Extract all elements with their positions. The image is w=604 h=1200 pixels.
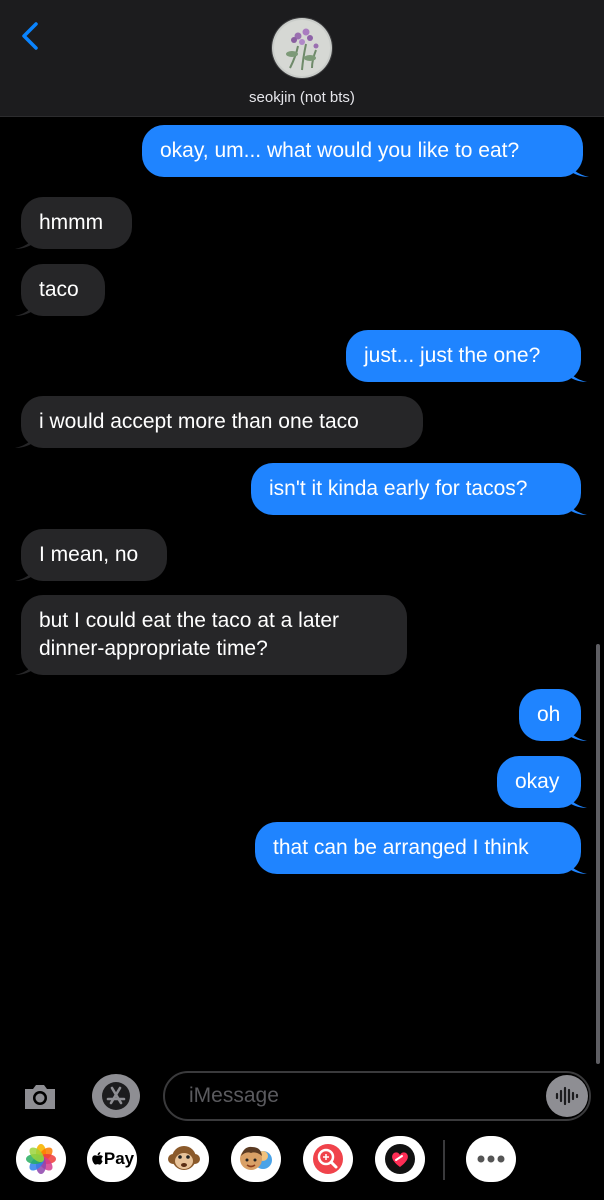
apple-pay-button[interactable]: Pay — [87, 1136, 137, 1182]
bubble-tail — [565, 364, 587, 382]
heart-touch-icon — [385, 1144, 415, 1174]
conversation-header: seokjin (not bts) — [0, 0, 604, 117]
camera-button[interactable] — [20, 1076, 60, 1116]
photos-app-button[interactable] — [16, 1136, 66, 1182]
chevron-left-icon — [22, 22, 38, 50]
camera-icon — [25, 1085, 55, 1109]
monkey-icon — [168, 1146, 200, 1170]
message-bubble-outgoing[interactable]: oh — [519, 689, 587, 741]
message-bubble-incoming[interactable]: but I could eat the taco at a later dinn… — [15, 595, 407, 675]
message-text: okay — [515, 770, 560, 793]
message-bubble-outgoing[interactable]: that can be arranged I think — [255, 822, 587, 874]
contact-avatar[interactable] — [271, 17, 333, 79]
bubble-tail — [565, 790, 587, 808]
message-bubble-outgoing[interactable]: just... just the one? — [346, 330, 587, 382]
memoji-stickers-button[interactable] — [231, 1136, 281, 1182]
message-text-line: but I could eat the taco at a later — [39, 609, 340, 632]
bubble-tail — [565, 856, 587, 874]
app-store-button[interactable] — [92, 1074, 140, 1118]
message-bubble-incoming[interactable]: i would accept more than one taco — [15, 396, 423, 448]
bubble-tail — [15, 657, 37, 675]
back-button[interactable] — [14, 16, 54, 56]
audio-message-button[interactable] — [546, 1075, 588, 1117]
message-text: taco — [39, 278, 79, 301]
message-bubble-incoming[interactable]: taco — [15, 264, 105, 316]
search-images-button[interactable] — [303, 1136, 353, 1182]
memoji-icon — [240, 1146, 272, 1170]
message-input-placeholder: iMessage — [189, 1084, 279, 1107]
message-text: okay, um... what would you like to eat? — [160, 139, 520, 162]
message-text: hmmm — [39, 211, 104, 234]
message-bubble-outgoing[interactable]: okay — [497, 756, 587, 808]
message-text: oh — [537, 703, 561, 726]
message-text: I mean, no — [39, 543, 139, 566]
photos-icon — [26, 1144, 56, 1174]
more-apps-button[interactable] — [466, 1136, 516, 1182]
bubble-tail — [15, 563, 37, 581]
message-text: that can be arranged I think — [273, 836, 529, 859]
waveform-icon — [555, 1086, 579, 1106]
app-store-icon — [102, 1082, 130, 1110]
message-bubble-outgoing[interactable]: okay, um... what would you like to eat? — [142, 125, 589, 177]
scrollbar[interactable] — [596, 644, 600, 1064]
message-input[interactable]: iMessage — [163, 1071, 591, 1121]
animoji-button[interactable] — [159, 1136, 209, 1182]
image-search-icon — [313, 1144, 343, 1174]
bubble-tail — [567, 159, 589, 177]
apple-pay-label: Pay — [103, 1149, 135, 1168]
app-drawer-divider — [443, 1140, 445, 1180]
bubble-tail — [15, 430, 37, 448]
bubble-tail — [565, 497, 587, 515]
message-bubble-outgoing[interactable]: isn't it kinda early for tacos? — [251, 463, 587, 515]
message-bubble-incoming[interactable]: hmmm — [15, 197, 132, 249]
ellipsis-icon — [477, 1155, 505, 1163]
message-text: just... just the one? — [364, 344, 541, 367]
bubble-tail — [565, 723, 587, 741]
message-bubble-incoming[interactable]: I mean, no — [15, 529, 167, 581]
apple-logo-icon — [92, 1152, 103, 1165]
bubble-tail — [15, 298, 37, 316]
message-text: i would accept more than one taco — [39, 410, 359, 433]
digital-touch-button[interactable] — [375, 1136, 425, 1182]
bubble-tail — [15, 231, 37, 249]
message-text: isn't it kinda early for tacos? — [269, 477, 528, 500]
contact-name[interactable]: seokjin (not bts) — [0, 89, 604, 106]
message-text-line: dinner-appropriate time? — [39, 637, 268, 660]
